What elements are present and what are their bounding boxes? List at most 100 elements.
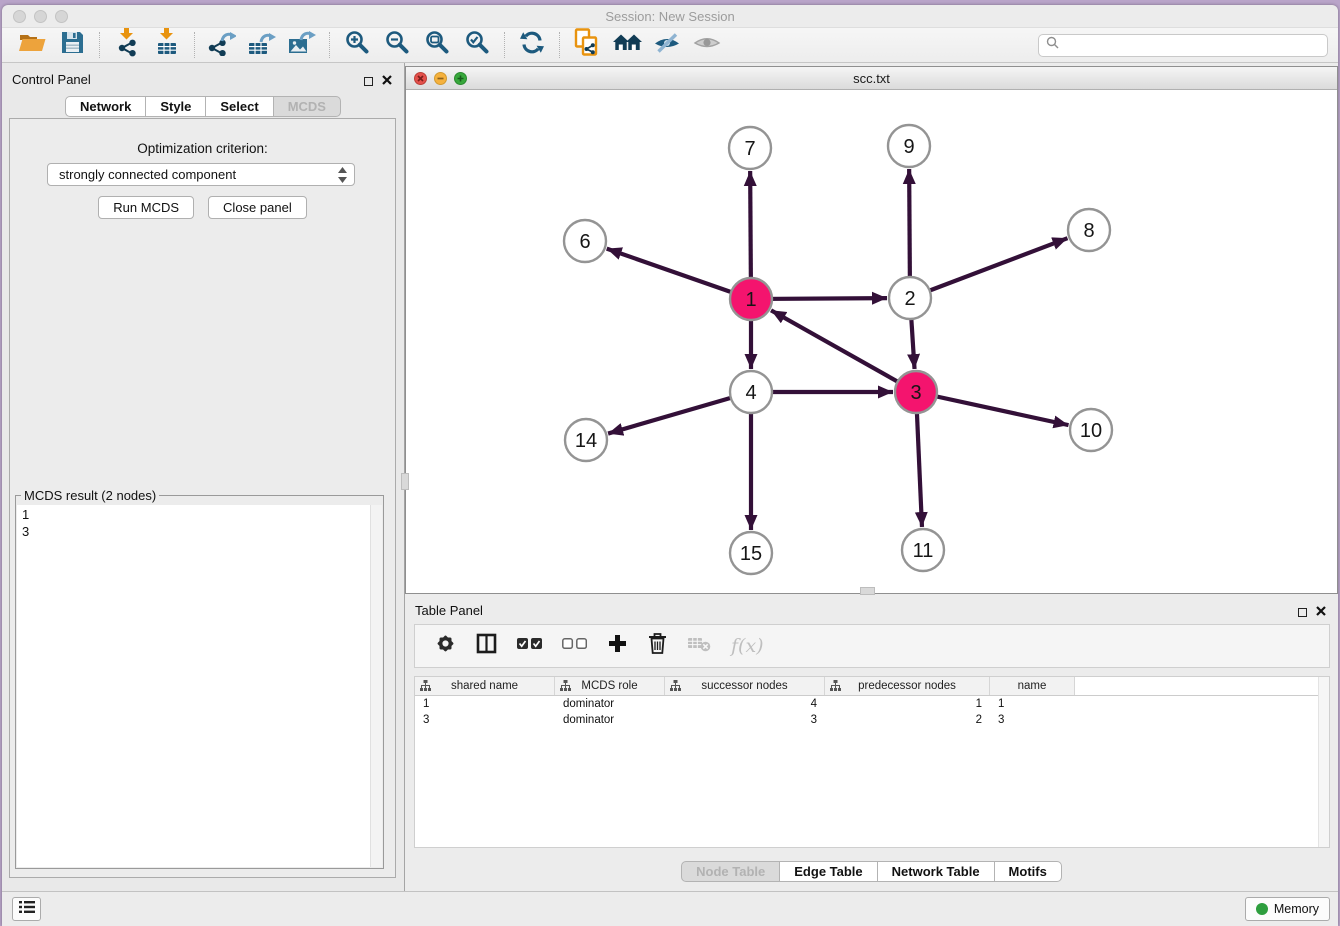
open-session-button[interactable] [12, 29, 52, 61]
float-panel-icon[interactable] [364, 77, 373, 86]
title-bar: Session: New Session [2, 5, 1338, 27]
column-header-label: predecessor nodes [858, 680, 956, 692]
create-column-button[interactable] [607, 633, 628, 659]
svg-text:7: 7 [744, 138, 755, 160]
import-table-button[interactable] [147, 29, 187, 61]
zoom-fit-button[interactable] [417, 29, 457, 61]
graph-node-3[interactable]: 3 [895, 371, 937, 413]
table-cell[interactable]: 3 [415, 714, 555, 726]
memory-button[interactable]: Memory [1245, 897, 1330, 921]
column-header-name[interactable]: name [990, 677, 1075, 695]
table-cell[interactable]: 1 [415, 698, 555, 710]
network-maximize-icon[interactable] [454, 72, 467, 85]
import-network-button[interactable] [107, 29, 147, 61]
table-cell[interactable]: 4 [665, 698, 825, 710]
search-box[interactable] [1038, 34, 1328, 57]
table-tab-edge-table[interactable]: Edge Table [779, 861, 877, 882]
optimization-criterion-dropdown[interactable]: strongly connected component [47, 163, 355, 186]
close-panel-button[interactable]: Close panel [208, 196, 307, 219]
save-session-button[interactable] [52, 29, 92, 61]
graph-node-7[interactable]: 7 [729, 127, 771, 169]
network-window-titlebar[interactable]: scc.txt [406, 67, 1337, 90]
result-scrollbar[interactable] [370, 505, 382, 867]
search-input[interactable] [1063, 38, 1320, 52]
tab-style[interactable]: Style [145, 96, 206, 117]
mcds-result-title: MCDS result (2 nodes) [21, 488, 159, 503]
column-header-successor-nodes[interactable]: successor nodes [665, 677, 825, 695]
graph-node-8[interactable]: 8 [1068, 209, 1110, 251]
unselect-all-columns-button[interactable] [562, 637, 587, 655]
graph-edge-4-14[interactable] [608, 392, 751, 434]
graph-node-4[interactable]: 4 [730, 371, 772, 413]
table-cell[interactable]: 1 [825, 698, 990, 710]
column-header-predecessor-nodes[interactable]: predecessor nodes [825, 677, 990, 695]
tab-mcds[interactable]: MCDS [273, 96, 341, 117]
float-table-panel-icon[interactable] [1298, 608, 1307, 617]
table-scrollbar[interactable] [1318, 677, 1329, 847]
show-columns-button[interactable] [476, 633, 497, 659]
vertical-splitter-handle[interactable] [401, 473, 409, 490]
export-table-button[interactable] [242, 29, 282, 61]
graph-node-1[interactable]: 1 [730, 278, 772, 320]
window-title: Session: New Session [2, 5, 1338, 28]
column-header-shared-name[interactable]: shared name [415, 677, 555, 695]
hide-selected-button[interactable] [647, 29, 687, 61]
minimize-window-icon[interactable] [34, 10, 47, 23]
network-close-icon[interactable] [414, 72, 427, 85]
table-row[interactable]: 1dominator411 [415, 696, 1329, 712]
table-cell[interactable]: 2 [825, 714, 990, 726]
network-window: scc.txt 1 2 3 4 6 7 8 9 10 11 14 15 [405, 66, 1338, 594]
graph-node-9[interactable]: 9 [888, 125, 930, 167]
table-settings-button[interactable] [435, 633, 456, 659]
close-window-icon[interactable] [13, 10, 26, 23]
graph-node-10[interactable]: 10 [1070, 409, 1112, 451]
table-tab-network-table[interactable]: Network Table [877, 861, 995, 882]
main-area: Control Panel NetworkStyleSelectMCDS Opt… [2, 63, 1338, 891]
mcds-result-line: 3 [22, 523, 377, 540]
graph-edge-1-6[interactable] [607, 249, 751, 299]
task-history-button[interactable] [12, 897, 41, 921]
table-tab-node-table[interactable]: Node Table [681, 861, 780, 882]
network-graph[interactable]: 1 2 3 4 6 7 8 9 10 11 14 15 [406, 90, 1337, 594]
clone-network-button[interactable] [567, 29, 607, 61]
table-tab-motifs[interactable]: Motifs [994, 861, 1062, 882]
export-network-button[interactable] [202, 29, 242, 61]
column-header-mcds-role[interactable]: MCDS role [555, 677, 665, 695]
network-minimize-icon[interactable] [434, 72, 447, 85]
table-row[interactable]: 3dominator323 [415, 712, 1329, 728]
delete-column-button[interactable] [648, 632, 667, 660]
show-hidden-button[interactable] [687, 29, 727, 61]
column-type-icon [830, 680, 841, 694]
function-builder-icon: f(x) [731, 635, 764, 657]
graph-edge-3-10[interactable] [916, 392, 1069, 425]
zoom-in-button[interactable] [337, 29, 377, 61]
home-view-button[interactable] [607, 29, 647, 61]
close-table-panel-icon[interactable] [1316, 603, 1326, 621]
table-cell[interactable]: dominator [555, 714, 665, 726]
maximize-window-icon[interactable] [55, 10, 68, 23]
graph-node-2[interactable]: 2 [889, 277, 931, 319]
graph-edge-3-1[interactable] [771, 310, 916, 392]
graph-node-11[interactable]: 11 [902, 529, 944, 571]
graph-node-6[interactable]: 6 [564, 220, 606, 262]
tab-select[interactable]: Select [205, 96, 273, 117]
graph-edge-2-8[interactable] [910, 238, 1067, 298]
column-type-icon [670, 680, 681, 694]
tab-network[interactable]: Network [65, 96, 146, 117]
table-cell[interactable]: dominator [555, 698, 665, 710]
delete-table-icon [687, 635, 711, 657]
table-cell[interactable]: 3 [665, 714, 825, 726]
close-panel-icon[interactable] [382, 72, 392, 90]
export-image-button[interactable] [282, 29, 322, 61]
horizontal-splitter-handle[interactable] [860, 587, 875, 595]
zoom-out-button[interactable] [377, 29, 417, 61]
zoom-selected-button[interactable] [457, 29, 497, 61]
select-all-columns-button[interactable] [517, 637, 542, 655]
table-cell[interactable]: 1 [990, 698, 1075, 710]
network-canvas[interactable]: 1 2 3 4 6 7 8 9 10 11 14 15 [406, 90, 1337, 593]
graph-node-15[interactable]: 15 [730, 532, 772, 574]
run-mcds-button[interactable]: Run MCDS [98, 196, 194, 219]
graph-node-14[interactable]: 14 [565, 419, 607, 461]
table-cell[interactable]: 3 [990, 714, 1075, 726]
refresh-layout-button[interactable] [512, 29, 552, 61]
